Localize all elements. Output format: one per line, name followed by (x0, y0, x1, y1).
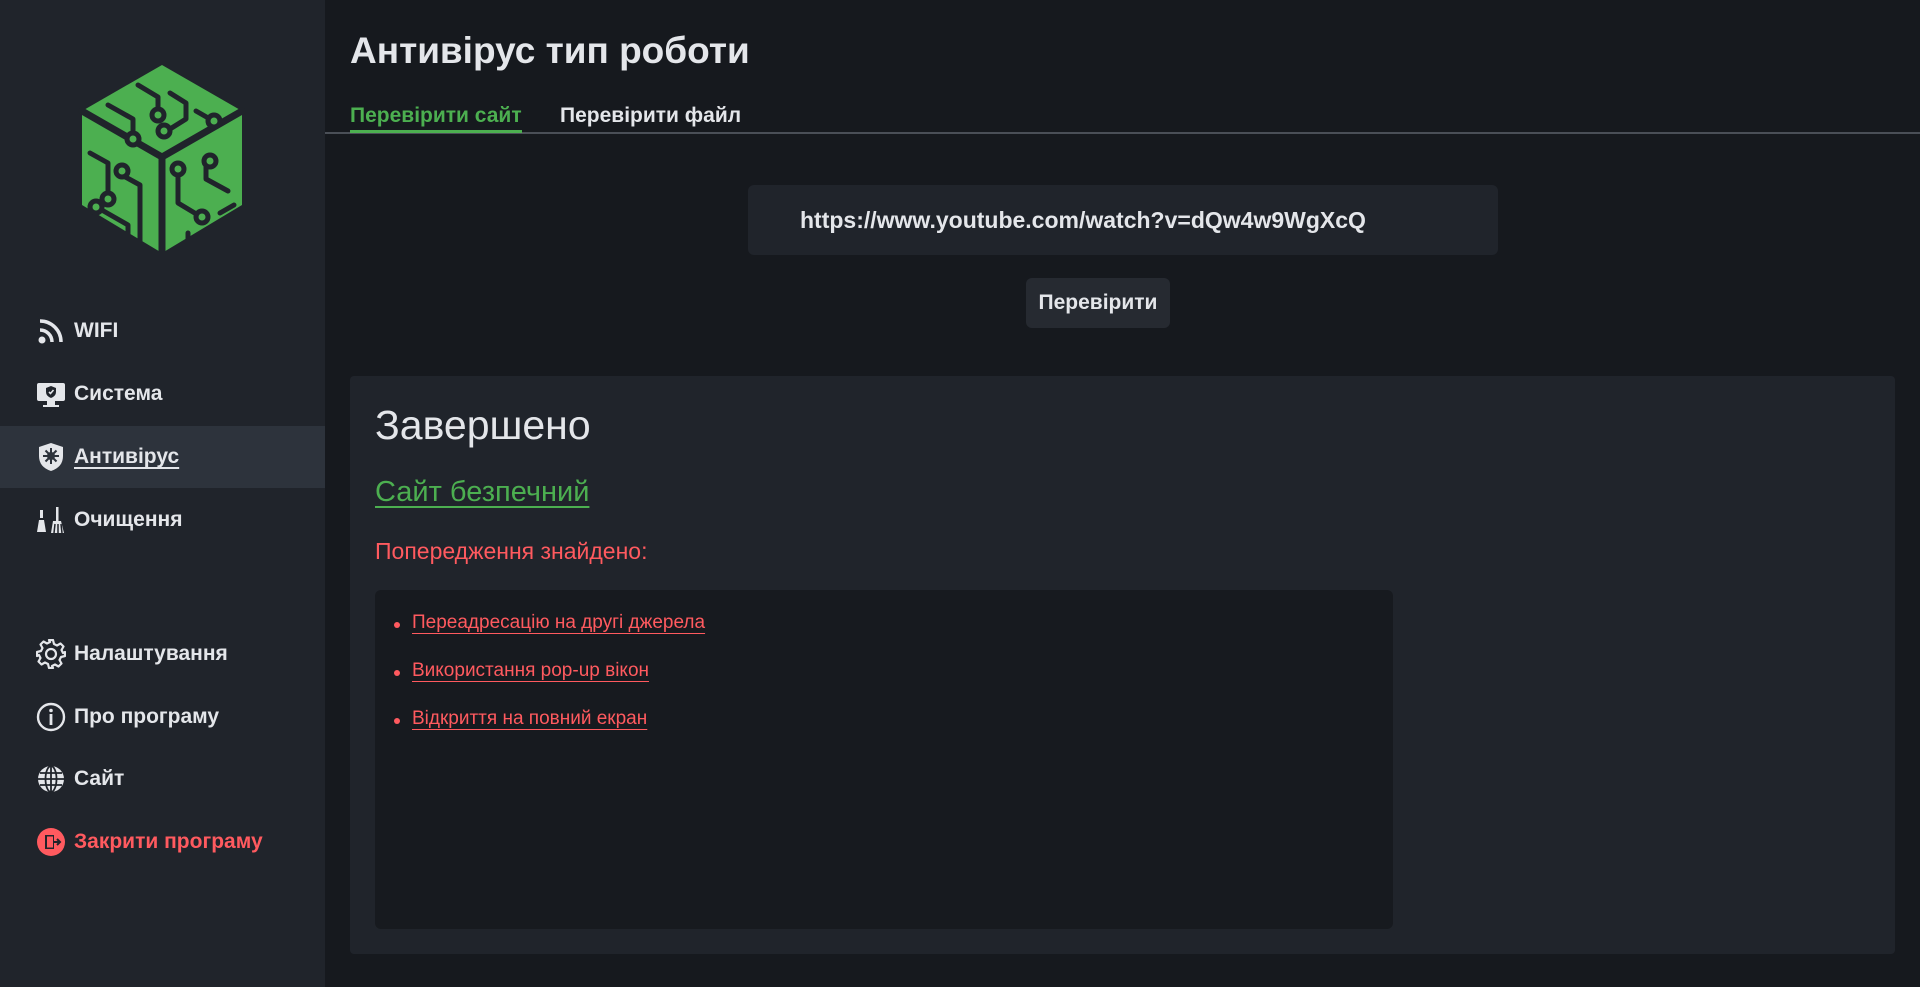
sidebar-item-label: Про програму (74, 705, 220, 728)
list-item: Переадресацію на другі джерела (393, 612, 705, 660)
globe-icon (35, 763, 67, 795)
sidebar-item-label: Антивірус (74, 445, 180, 468)
sidebar-item-label: Закрити програму (74, 830, 263, 853)
sidebar-item-wifi[interactable]: WIFI (0, 300, 325, 362)
sidebar-item-label: Система (74, 382, 163, 405)
sidebar-item-label: Сайт (74, 767, 125, 790)
shield-virus-icon (35, 441, 67, 473)
sidebar-item-about[interactable]: Про програму (0, 686, 325, 748)
wifi-rss-icon (35, 315, 67, 347)
url-input-value: https://www.youtube.com/watch?v=dQw4w9Wg… (800, 206, 1366, 233)
info-icon (35, 701, 67, 733)
monitor-shield-icon (35, 378, 67, 410)
tab-bar: Перевірити сайт Перевірити файл (325, 100, 1920, 134)
sidebar: WIFI Система Антивірус Очищення Налаштув… (0, 0, 325, 987)
exit-door-icon (35, 826, 67, 858)
sidebar-item-system[interactable]: Система (0, 363, 325, 425)
status-title: Завершено (375, 402, 591, 448)
sidebar-item-antivirus[interactable]: Антивірус (0, 426, 325, 488)
tab-check-site[interactable]: Перевірити сайт (350, 104, 522, 133)
sidebar-item-label: Налаштування (74, 642, 228, 665)
warning-link[interactable]: Використання pop-up вікон (412, 660, 649, 681)
check-button[interactable]: Перевірити (1026, 278, 1170, 328)
list-item: Використання pop-up вікон (393, 660, 705, 708)
sidebar-item-site[interactable]: Сайт (0, 748, 325, 810)
warning-link[interactable]: Відкриття на повний екран (412, 708, 647, 729)
warnings-box: Переадресацію на другі джерела Використа… (375, 590, 1393, 929)
page-title: Антивірус тип роботи (350, 30, 750, 71)
list-item: Відкриття на повний екран (393, 708, 705, 756)
sidebar-item-label: Очищення (74, 508, 183, 531)
broom-icon (35, 504, 67, 536)
sidebar-item-label: WIFI (74, 319, 119, 342)
warnings-header: Попередження знайдено: (375, 538, 648, 564)
sidebar-item-settings[interactable]: Налаштування (0, 623, 325, 685)
sidebar-item-close-app[interactable]: Закрити програму (0, 811, 325, 873)
url-input[interactable]: https://www.youtube.com/watch?v=dQw4w9Wg… (748, 185, 1498, 255)
verdict-link[interactable]: Сайт безпечний (375, 476, 589, 509)
warning-link[interactable]: Переадресацію на другі джерела (412, 612, 705, 633)
sidebar-item-cleaning[interactable]: Очищення (0, 489, 325, 551)
warnings-list: Переадресацію на другі джерела Використа… (393, 612, 705, 756)
result-panel: Завершено Сайт безпечний Попередження зн… (350, 376, 1895, 954)
main-content: Антивірус тип роботи Перевірити сайт Пер… (325, 0, 1920, 987)
circuit-cube-logo (78, 63, 246, 257)
tab-check-file[interactable]: Перевірити файл (560, 104, 741, 130)
gear-icon (35, 638, 67, 670)
